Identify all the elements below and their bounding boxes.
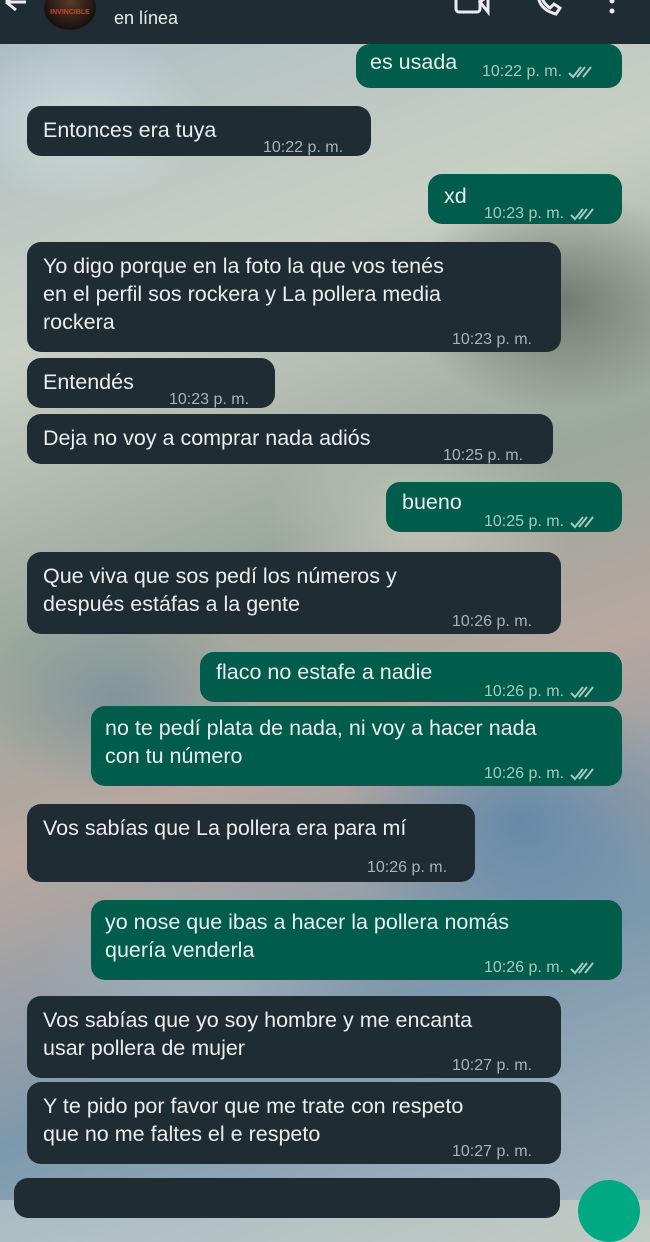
message-text: Yo digo porque en la foto la que vos ten… xyxy=(43,252,444,336)
contact-status: en línea xyxy=(114,8,179,28)
message-meta: 10:26 p. m. xyxy=(484,954,596,982)
message-text: Que viva que sos pedí los números y despu… xyxy=(43,562,397,618)
message-time: 10:26 p. m. xyxy=(484,959,565,976)
message-line: después estáfas a la gente xyxy=(43,592,300,616)
compose-icon[interactable] xyxy=(578,1180,640,1242)
message-line: quería venderla xyxy=(105,938,255,962)
read-receipt-icon xyxy=(570,208,594,221)
incoming-message-bubble[interactable]: Deja no voy a comprar nada adiós 10:25 p.… xyxy=(27,414,553,464)
message-line: Vos sabías que La pollera era para mí xyxy=(43,816,407,840)
more-options-icon[interactable] xyxy=(606,0,618,18)
message-text: flaco no estafe a nadie xyxy=(216,658,432,686)
message-time: 10:25 p. m. xyxy=(484,513,565,530)
message-line: yo nose que ibas a hacer la pollera nomá… xyxy=(105,910,509,934)
message-line: xd xyxy=(444,184,467,208)
message-meta: 10:22 p. m. xyxy=(482,58,594,86)
message-time: 10:26 p. m. xyxy=(452,613,533,630)
message-text: Entonces era tuya xyxy=(43,116,216,144)
read-receipt-icon xyxy=(570,768,594,781)
message-line: Que viva que sos pedí los números y xyxy=(43,564,397,588)
message-line: en el perfil sos rockera y La pollera me… xyxy=(43,282,441,306)
read-receipt-icon xyxy=(568,66,592,79)
message-time: 10:27 p. m. xyxy=(452,1057,533,1074)
message-meta: 10:23 p. m. xyxy=(484,200,596,228)
message-line: flaco no estafe a nadie xyxy=(216,660,433,684)
read-receipt-icon xyxy=(570,962,594,975)
message-text: bueno xyxy=(402,488,462,516)
message-time: 10:25 p. m. xyxy=(443,447,524,464)
incoming-message-bubble[interactable]: Entonces era tuya 10:22 p. m. xyxy=(27,106,371,156)
message-text: es usada xyxy=(370,48,457,76)
message-text: Vos sabías que yo soy hombre y me encant… xyxy=(43,1006,472,1062)
message-line: que no me faltes el e respeto xyxy=(43,1122,321,1146)
message-time: 10:26 p. m. xyxy=(484,765,565,782)
message-time: 10:23 p. m. xyxy=(169,391,250,408)
message-meta: 10:26 p. m. xyxy=(367,854,447,882)
message-meta: 10:26 p. m. xyxy=(484,678,596,706)
voice-call-icon[interactable] xyxy=(534,0,564,18)
message-time: 10:22 p. m. xyxy=(482,63,563,80)
message-text: Y te pido por favor que me trate con res… xyxy=(43,1092,463,1148)
avatar[interactable]: INVINCIBLE xyxy=(44,0,96,30)
message-text: Vos sabías que La pollera era para mí xyxy=(43,814,406,842)
message-time: 10:23 p. m. xyxy=(452,331,533,348)
message-meta: 10:27 p. m. xyxy=(452,1052,532,1080)
message-line: usar pollera de mujer xyxy=(43,1036,245,1060)
message-meta: 10:25 p. m. xyxy=(484,508,596,536)
outgoing-message-bubble[interactable]: es usada 10:22 p. m. xyxy=(356,44,622,88)
message-meta: 10:23 p. m. xyxy=(169,386,249,414)
incoming-message-bubble[interactable]: Vos sabías que yo soy hombre y me encant… xyxy=(27,996,561,1078)
outgoing-message-bubble[interactable]: no te pedí plata de nada, ni voy a hacer… xyxy=(91,706,622,786)
message-text: Deja no voy a comprar nada adiós xyxy=(43,424,370,452)
message-time: 10:27 p. m. xyxy=(452,1143,533,1160)
message-line: Y te pido por favor que me trate con res… xyxy=(43,1094,464,1118)
message-time: 10:26 p. m. xyxy=(484,683,565,700)
message-meta: 10:25 p. m. xyxy=(443,442,523,470)
video-call-icon[interactable] xyxy=(452,0,492,18)
message-meta: 10:26 p. m. xyxy=(484,760,596,788)
back-arrow-icon[interactable] xyxy=(2,0,28,20)
outgoing-message-bubble[interactable]: yo nose que ibas a hacer la pollera nomá… xyxy=(91,900,622,980)
incoming-message-bubble[interactable]: Yo digo porque en la foto la que vos ten… xyxy=(27,242,561,352)
message-line: rockera xyxy=(43,310,115,334)
message-list[interactable]: es usada 10:22 p. m. Entonces era tuya 10:2… xyxy=(0,44,650,1200)
message-line: no te pedí plata de nada, ni voy a hacer… xyxy=(105,716,537,740)
message-meta: 10:26 p. m. xyxy=(452,608,532,636)
avatar-text: INVINCIBLE xyxy=(50,9,90,16)
outgoing-message-bubble[interactable]: xd 10:23 p. m. xyxy=(428,174,622,224)
message-time: 10:22 p. m. xyxy=(263,139,344,156)
message-line: Yo digo porque en la foto la que vos ten… xyxy=(43,254,444,278)
outgoing-message-bubble[interactable]: flaco no estafe a nadie 10:26 p. m. xyxy=(200,652,622,702)
message-line: Entonces era tuya xyxy=(43,118,217,142)
partial-message-bubble xyxy=(14,1178,560,1218)
incoming-message-bubble[interactable]: Que viva que sos pedí los números y despu… xyxy=(27,552,561,634)
message-line: es usada xyxy=(370,50,458,74)
message-meta: 10:23 p. m. xyxy=(452,326,532,354)
message-line: con tu número xyxy=(105,744,243,768)
chat-header: INVINCIBLE en línea xyxy=(0,0,650,44)
read-receipt-icon xyxy=(570,686,594,699)
message-line: Entendés xyxy=(43,370,134,394)
incoming-message-bubble[interactable]: Vos sabías que La pollera era para mí 10:… xyxy=(27,804,475,882)
message-text: yo nose que ibas a hacer la pollera nomá… xyxy=(105,908,509,964)
message-line: bueno xyxy=(402,490,462,514)
outgoing-message-bubble[interactable]: bueno 10:25 p. m. xyxy=(386,482,622,532)
message-text: xd xyxy=(444,182,467,210)
message-text: no te pedí plata de nada, ni voy a hacer… xyxy=(105,714,537,770)
message-line: Deja no voy a comprar nada adiós xyxy=(43,426,371,450)
message-text: Entendés xyxy=(43,368,134,396)
incoming-message-bubble[interactable]: Y te pido por favor que me trate con res… xyxy=(27,1082,561,1164)
read-receipt-icon xyxy=(570,516,594,529)
message-line: Vos sabías que yo soy hombre y me encant… xyxy=(43,1008,473,1032)
message-meta: 10:22 p. m. xyxy=(263,134,343,162)
message-time: 10:26 p. m. xyxy=(367,859,448,876)
message-meta: 10:27 p. m. xyxy=(452,1138,532,1166)
message-time: 10:23 p. m. xyxy=(484,205,565,222)
incoming-message-bubble[interactable]: Entendés 10:23 p. m. xyxy=(27,358,275,408)
